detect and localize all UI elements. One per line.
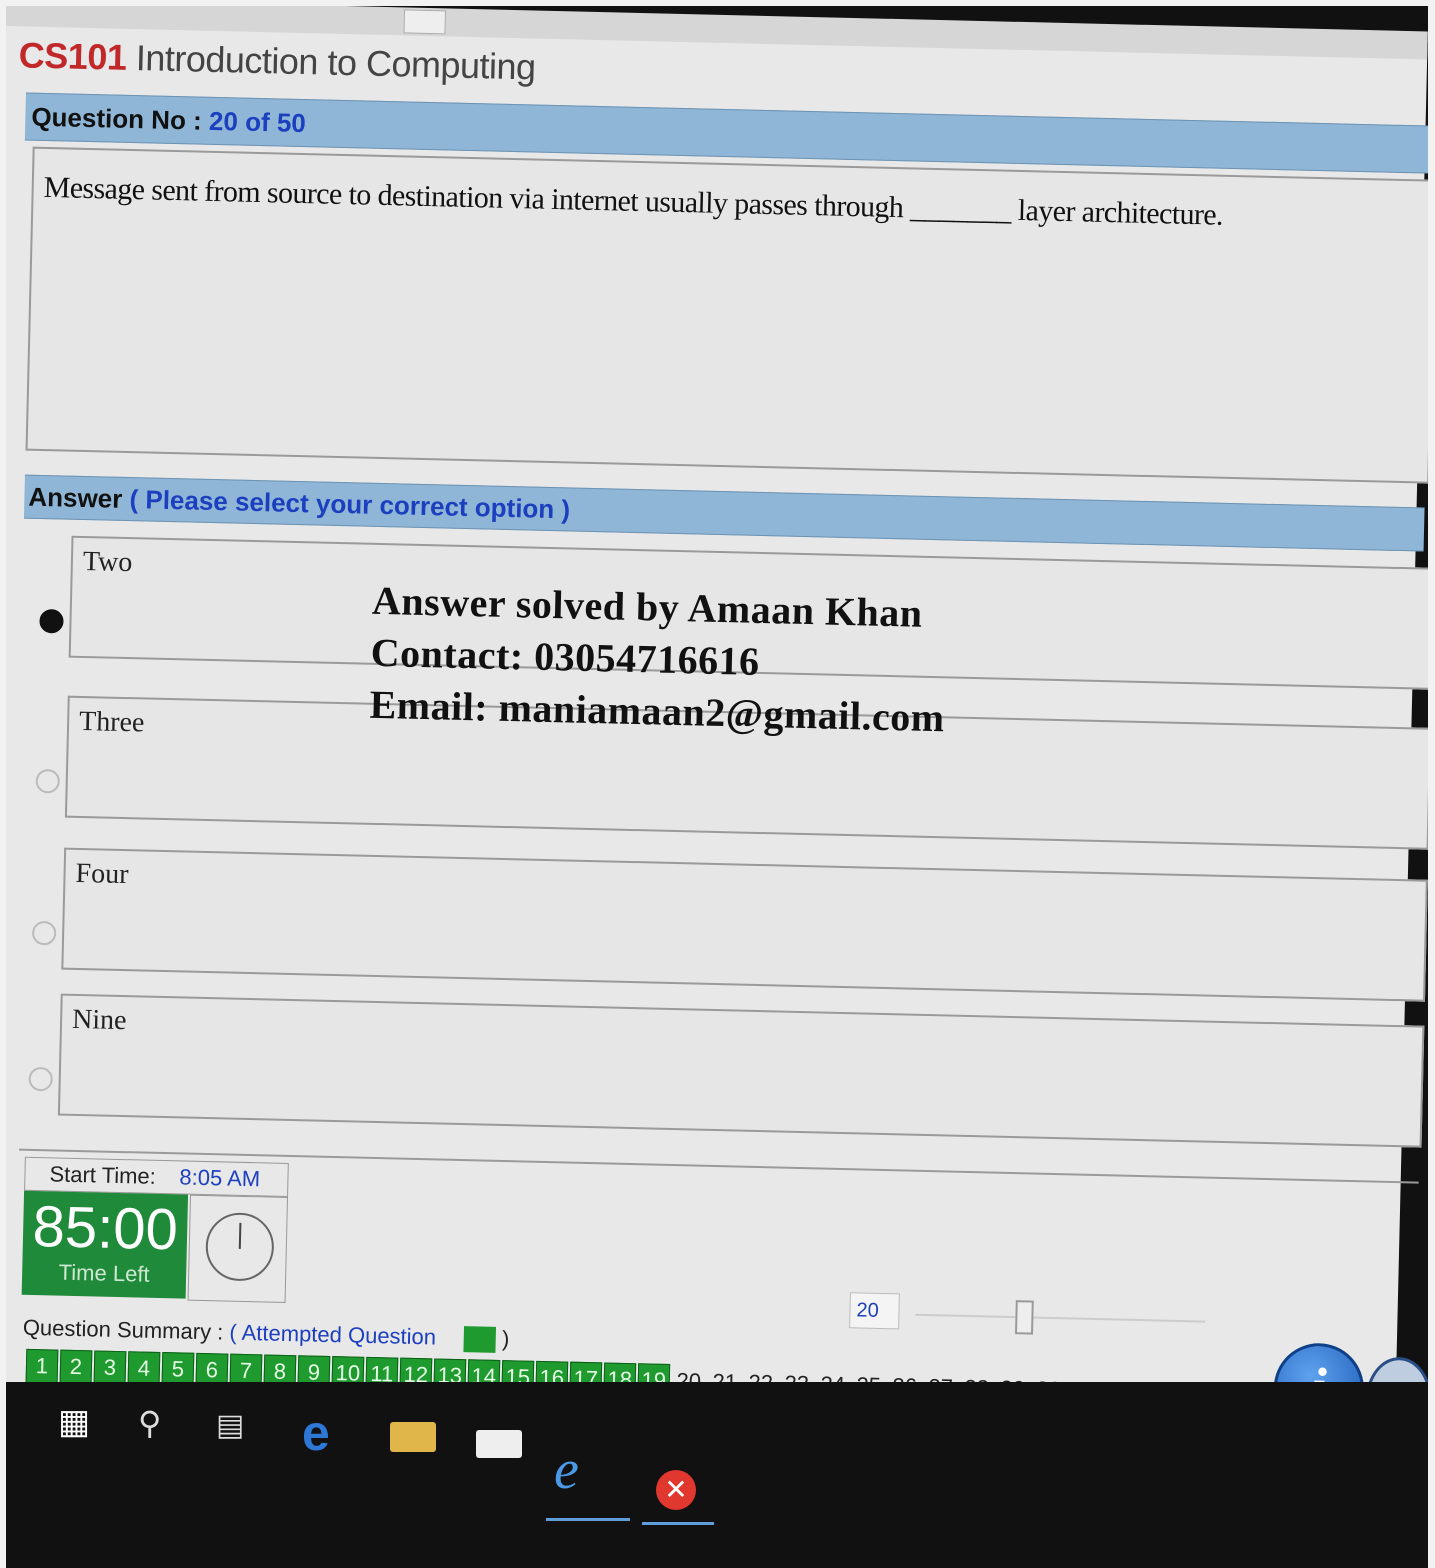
time-left-value: 85:00: [31, 1193, 179, 1263]
option-nine[interactable]: Nine: [57, 993, 1425, 1148]
clock-icon: [205, 1212, 275, 1282]
question-slider-handle[interactable]: [1014, 1300, 1034, 1335]
summary-legend-text: ( Attempted Question: [229, 1319, 437, 1350]
question-link-attempted[interactable]: 2: [59, 1349, 93, 1385]
question-box: Message sent from source to destination …: [25, 146, 1428, 484]
mail-icon[interactable]: [476, 1430, 522, 1458]
clock-box: [187, 1194, 289, 1303]
exam-window: CS101 Introduction to Computing Question…: [6, 6, 1428, 1444]
start-time-value: 8:05 AM: [179, 1164, 261, 1192]
summary-label: Question Summary :: [22, 1314, 224, 1345]
option-radio-three[interactable]: [35, 768, 61, 794]
search-icon[interactable]: ⚲: [138, 1404, 161, 1442]
start-time-label: Start Time:: [49, 1161, 157, 1189]
windows-taskbar: ▦ ⚲ ▤ e e ✕: [6, 1382, 1428, 1568]
course-title: CS101 Introduction to Computing: [18, 34, 536, 88]
summary-legend-close: ): [501, 1326, 510, 1352]
watermark-overlay: Answer solved by Amaan Khan Contact: 030…: [369, 575, 948, 745]
question-number-value: 20 of 50: [208, 105, 307, 139]
option-radio-two[interactable]: [39, 608, 64, 634]
close-app-icon[interactable]: ✕: [656, 1470, 696, 1510]
option-label-two: Two: [82, 545, 133, 579]
answer-caption: Answer: [28, 481, 123, 514]
course-name: Introduction to Computing: [135, 37, 537, 88]
windows-start-icon[interactable]: ▦: [58, 1402, 90, 1442]
window-control-button[interactable]: [403, 9, 447, 35]
time-left-box: 85:00 Time Left: [21, 1190, 189, 1299]
task-view-icon[interactable]: ▤: [216, 1408, 244, 1443]
option-radio-nine[interactable]: [28, 1066, 54, 1092]
question-number-label: Question No : 20 of 50: [31, 102, 306, 139]
active-app-indicator: [546, 1518, 630, 1521]
answer-hint: ( Please select your correct option ): [129, 484, 571, 525]
question-text: Message sent from source to destination …: [43, 170, 1224, 232]
running-app-indicator: [642, 1522, 714, 1525]
edge-icon[interactable]: e: [302, 1404, 330, 1462]
time-left-label: Time Left: [58, 1259, 150, 1287]
option-four[interactable]: Four: [61, 847, 1428, 1002]
question-link-attempted[interactable]: 4: [127, 1351, 161, 1387]
file-explorer-icon[interactable]: [390, 1422, 436, 1452]
course-code: CS101: [18, 34, 127, 78]
goto-question-input[interactable]: 20: [849, 1292, 900, 1330]
option-label-four: Four: [75, 857, 129, 891]
photo-scene: CS101 Introduction to Computing Question…: [6, 6, 1428, 1568]
answer-label: Answer ( Please select your correct opti…: [28, 482, 570, 526]
question-number-caption: Question No :: [31, 101, 203, 136]
question-link-attempted[interactable]: 3: [93, 1350, 127, 1386]
question-summary: Question Summary : ( Attempted Question): [23, 1315, 510, 1354]
internet-explorer-icon[interactable]: e: [554, 1438, 579, 1502]
option-label-nine: Nine: [71, 1003, 127, 1037]
option-label-three: Three: [78, 705, 145, 739]
question-link-attempted[interactable]: 1: [25, 1348, 59, 1384]
option-radio-four[interactable]: [31, 920, 57, 946]
attempted-legend-swatch: [463, 1326, 497, 1354]
